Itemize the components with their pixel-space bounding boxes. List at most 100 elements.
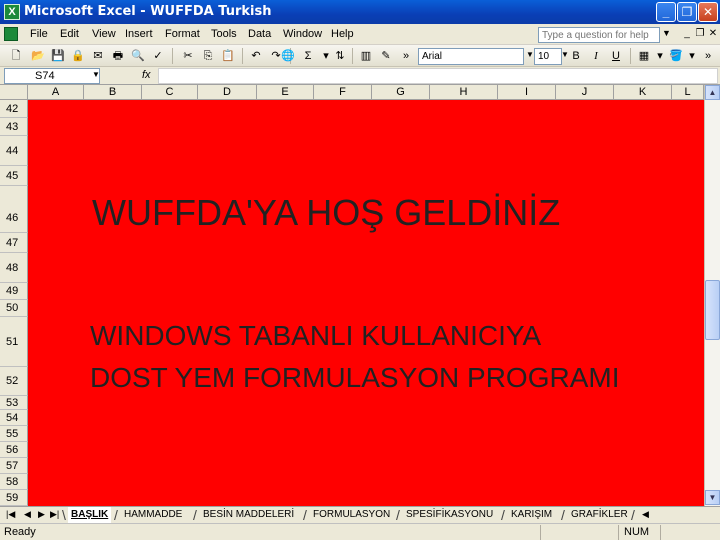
borders-dropdown-icon[interactable]: ▾ bbox=[652, 48, 668, 64]
column-header-b[interactable]: B bbox=[84, 85, 142, 100]
tab-grafikler[interactable]: GRAFİKLER bbox=[571, 507, 628, 523]
row-header-48[interactable]: 48 bbox=[0, 253, 28, 283]
last-sheet-icon[interactable]: ▶| bbox=[50, 509, 59, 520]
row-header-52[interactable]: 52 bbox=[0, 367, 28, 396]
column-header-e[interactable]: E bbox=[257, 85, 314, 100]
column-header-f[interactable]: F bbox=[314, 85, 372, 100]
tab-spesifikasyonu[interactable]: SPESİFİKASYONU bbox=[406, 507, 493, 523]
column-header-g[interactable]: G bbox=[372, 85, 430, 100]
vertical-scrollbar[interactable]: ▲ ▼ bbox=[704, 85, 720, 506]
row-header-46[interactable]: 46 bbox=[0, 186, 28, 233]
name-box-dropdown-icon[interactable]: ▼ bbox=[92, 70, 100, 79]
workbook-icon[interactable] bbox=[4, 27, 18, 41]
borders-icon[interactable]: ▦ bbox=[636, 48, 652, 64]
row-header-55[interactable]: 55 bbox=[0, 426, 28, 442]
save-icon[interactable]: 💾 bbox=[50, 48, 66, 64]
tab-formulasyon[interactable]: FORMULASYON bbox=[313, 507, 390, 523]
row-header-43[interactable]: 43 bbox=[0, 118, 28, 136]
column-header-i[interactable]: I bbox=[498, 85, 556, 100]
row-header-47[interactable]: 47 bbox=[0, 233, 28, 253]
hyperlink-icon[interactable]: 🌐 bbox=[280, 48, 296, 64]
tab-baslik[interactable]: BAŞLIK bbox=[68, 507, 112, 523]
menu-help[interactable]: Help bbox=[331, 28, 354, 40]
formula-input[interactable] bbox=[158, 68, 718, 84]
font-size-dropdown-icon[interactable]: ▼ bbox=[561, 50, 569, 59]
help-question-input[interactable] bbox=[538, 27, 660, 43]
tab-hammadde[interactable]: HAMMADDE bbox=[124, 507, 182, 523]
toolbar-options-icon[interactable]: » bbox=[398, 48, 414, 64]
cut-icon[interactable]: ✂ bbox=[180, 48, 196, 64]
row-header-49[interactable]: 49 bbox=[0, 283, 28, 300]
tab-besin-maddeleri[interactable]: BESİN MADDELERİ bbox=[203, 507, 294, 523]
paste-icon[interactable]: 📋 bbox=[220, 48, 236, 64]
autosum-icon[interactable]: Σ bbox=[300, 48, 316, 64]
minimize-button[interactable]: _ bbox=[656, 2, 676, 22]
font-name-select[interactable]: Arial bbox=[418, 48, 524, 65]
tab-karisim[interactable]: KARIŞIM bbox=[511, 507, 552, 523]
prev-sheet-icon[interactable]: ◀ bbox=[24, 509, 31, 520]
help-dropdown-icon[interactable]: ▼ bbox=[662, 28, 671, 38]
menu-data[interactable]: Data bbox=[248, 28, 271, 40]
menu-tools[interactable]: Tools bbox=[211, 28, 237, 40]
fill-color-icon[interactable]: 🪣 bbox=[668, 48, 684, 64]
row-header-51[interactable]: 51 bbox=[0, 317, 28, 367]
bold-button[interactable]: B bbox=[568, 48, 584, 64]
print-preview-icon[interactable]: 🔍 bbox=[130, 48, 146, 64]
font-name-dropdown-icon[interactable]: ▼ bbox=[526, 50, 534, 59]
column-header-k[interactable]: K bbox=[614, 85, 672, 100]
print-icon[interactable]: 🖶 bbox=[110, 48, 126, 64]
restore-button[interactable]: ❐ bbox=[677, 2, 697, 22]
toolbar-options-icon[interactable]: » bbox=[700, 48, 716, 64]
row-header-58[interactable]: 58 bbox=[0, 474, 28, 490]
fill-dropdown-icon[interactable]: ▾ bbox=[684, 48, 700, 64]
drawing-icon[interactable]: ✎ bbox=[378, 48, 394, 64]
scroll-thumb[interactable] bbox=[705, 280, 720, 340]
chart-wizard-icon[interactable]: ▥ bbox=[358, 48, 374, 64]
next-sheet-icon[interactable]: ▶ bbox=[38, 509, 45, 520]
font-size-select[interactable]: 10 bbox=[534, 48, 562, 65]
excel-app-icon[interactable]: X bbox=[4, 4, 20, 20]
workbook-close-icon[interactable]: ✕ bbox=[706, 27, 720, 41]
row-header-53[interactable]: 53 bbox=[0, 396, 28, 410]
row-header-45[interactable]: 45 bbox=[0, 166, 28, 186]
new-icon[interactable]: 🗋 bbox=[8, 48, 24, 64]
menu-format[interactable]: Format bbox=[165, 28, 200, 40]
sort-ascending-icon[interactable]: ⇅ bbox=[332, 48, 348, 64]
column-header-h[interactable]: H bbox=[430, 85, 498, 100]
column-header-a[interactable]: A bbox=[28, 85, 84, 100]
row-header-59[interactable]: 59 bbox=[0, 490, 28, 506]
close-button[interactable]: ✕ bbox=[698, 2, 718, 22]
row-header-44[interactable]: 44 bbox=[0, 136, 28, 166]
row-header-42[interactable]: 42 bbox=[0, 100, 28, 118]
menu-insert[interactable]: Insert bbox=[125, 28, 153, 40]
workbook-minimize-icon[interactable]: _ bbox=[680, 27, 694, 41]
menu-window[interactable]: Window bbox=[283, 28, 322, 40]
spelling-icon[interactable]: ✓ bbox=[150, 48, 166, 64]
scroll-up-icon[interactable]: ▲ bbox=[705, 85, 720, 100]
column-header-c[interactable]: C bbox=[142, 85, 198, 100]
row-header-50[interactable]: 50 bbox=[0, 300, 28, 317]
menu-edit[interactable]: Edit bbox=[60, 28, 79, 40]
column-header-j[interactable]: J bbox=[556, 85, 614, 100]
menu-view[interactable]: View bbox=[92, 28, 116, 40]
column-header-d[interactable]: D bbox=[198, 85, 257, 100]
permission-icon[interactable]: 🔒 bbox=[70, 48, 86, 64]
undo-icon[interactable]: ↶ bbox=[248, 48, 264, 64]
worksheet-cells[interactable] bbox=[28, 100, 704, 506]
scroll-down-icon[interactable]: ▼ bbox=[705, 490, 720, 505]
row-header-57[interactable]: 57 bbox=[0, 458, 28, 474]
select-all-corner[interactable] bbox=[0, 85, 28, 100]
insert-function-icon[interactable]: fx bbox=[142, 69, 151, 81]
tab-scroll-left-icon[interactable]: ◀ bbox=[642, 509, 649, 520]
menu-file[interactable]: File bbox=[30, 28, 48, 40]
name-box[interactable]: S74 bbox=[4, 68, 100, 84]
copy-icon[interactable]: ⎘ bbox=[200, 48, 216, 64]
italic-button[interactable]: I bbox=[588, 48, 604, 64]
underline-button[interactable]: U bbox=[608, 48, 624, 64]
row-header-56[interactable]: 56 bbox=[0, 442, 28, 458]
column-header-l[interactable]: L bbox=[672, 85, 704, 100]
email-icon[interactable]: ✉ bbox=[90, 48, 106, 64]
first-sheet-icon[interactable]: |◀ bbox=[6, 509, 15, 520]
open-icon[interactable]: 📂 bbox=[30, 48, 46, 64]
workbook-restore-icon[interactable]: ❐ bbox=[693, 27, 707, 41]
